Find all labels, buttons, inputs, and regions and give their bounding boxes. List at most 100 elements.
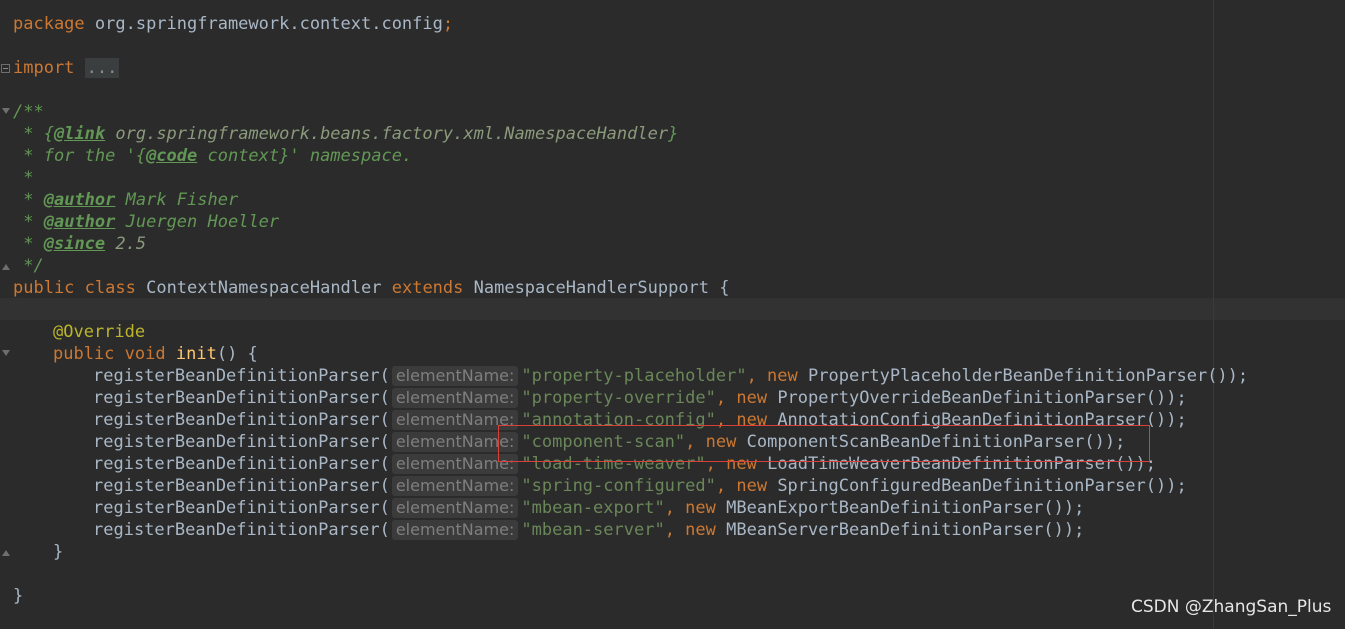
doc-text: */ <box>13 256 44 276</box>
element-string: "mbean-server" <box>521 520 665 540</box>
doc-text: org.springframework.beans.factory.xml.Na… <box>105 124 669 144</box>
parser-class: SpringConfiguredBeanDefinitionParser <box>777 476 1146 496</box>
doc-text: * <box>13 190 34 210</box>
call-close: ()); <box>1043 498 1085 518</box>
doc-comment-line[interactable]: * @author Mark Fisher <box>13 189 238 211</box>
doc-text: * { <box>13 124 54 144</box>
doc-tag: @code <box>146 146 198 166</box>
doc-text: } <box>668 124 679 144</box>
code-line-import[interactable]: import ... <box>13 57 120 79</box>
doc-comment-line[interactable]: * for the '{@code context}' namespace. <box>13 145 412 167</box>
brace: } <box>53 542 64 562</box>
current-line-highlight <box>0 298 1345 320</box>
editor-gutter <box>0 0 12 629</box>
keyword: new <box>736 476 768 496</box>
element-string: "mbean-export" <box>521 498 665 518</box>
code-line-package[interactable]: package org.springframework.context.conf… <box>13 13 453 35</box>
code-line-register-call[interactable]: registerBeanDefinitionParser(elementName… <box>93 497 1084 519</box>
parameter-hint: elementName: <box>391 476 519 496</box>
code-line-register-call[interactable]: registerBeanDefinitionParser(elementName… <box>93 475 1187 497</box>
call-name: registerBeanDefinitionParser( <box>93 410 390 430</box>
doc-text: Mark Fisher <box>115 190 239 210</box>
call-name: registerBeanDefinitionParser( <box>93 366 390 386</box>
doc-text: Juergen Hoeller <box>115 212 280 232</box>
doc-text: * <box>13 168 34 188</box>
code-line-method-decl[interactable]: public void init() { <box>53 343 258 365</box>
superclass-name: NamespaceHandlerSupport { <box>463 278 730 298</box>
call-close: ()); <box>1145 410 1187 430</box>
keyword: new <box>767 366 798 386</box>
code-line-register-call[interactable]: registerBeanDefinitionParser(elementName… <box>93 519 1084 541</box>
parameter-hint: elementName: <box>391 498 519 518</box>
call-name: registerBeanDefinitionParser( <box>93 454 390 474</box>
doc-comment-open[interactable]: /** <box>13 101 44 123</box>
code-line-class-decl[interactable]: public class ContextNamespaceHandler ext… <box>13 277 730 299</box>
doc-tag: @link <box>53 124 106 144</box>
code-editor[interactable]: package org.springframework.context.conf… <box>0 0 1345 629</box>
method-name: init <box>175 344 217 364</box>
doc-comment-line[interactable]: * @author Juergen Hoeller <box>13 211 279 233</box>
parser-class: PropertyPlaceholderBeanDefinitionParser <box>808 366 1208 386</box>
keyword: extends <box>391 278 464 298</box>
doc-text: /** <box>13 102 44 122</box>
keyword: import <box>13 58 75 78</box>
package-name: org.springframework.context.config <box>84 14 443 34</box>
code-line-register-call[interactable]: registerBeanDefinitionParser(elementName… <box>93 387 1187 409</box>
doc-tag: @author <box>43 212 116 232</box>
doc-text: * <box>13 234 34 254</box>
doc-text: * for the '{ <box>13 146 147 166</box>
element-string: "property-override" <box>521 388 716 408</box>
keyword: public <box>13 278 75 298</box>
doc-tag: @author <box>43 190 116 210</box>
doc-comment-line[interactable]: * <box>13 167 33 189</box>
class-name: ContextNamespaceHandler <box>135 278 392 298</box>
keyword: void <box>124 344 166 364</box>
fold-end-icon[interactable] <box>2 550 10 556</box>
call-name: registerBeanDefinitionParser( <box>93 388 390 408</box>
folded-imports[interactable]: ... <box>84 58 120 78</box>
call-close: ()); <box>1145 388 1187 408</box>
doc-text: context}' namespace. <box>197 146 413 166</box>
fold-expand-icon[interactable] <box>1 64 10 73</box>
fold-collapse-icon[interactable] <box>2 108 10 114</box>
parser-class: MBeanServerBeanDefinitionParser <box>726 520 1044 540</box>
parameter-hint: elementName: <box>391 520 519 540</box>
call-close: ()); <box>1207 366 1249 386</box>
doc-text: 2.5 <box>105 234 147 254</box>
right-margin-guide <box>1213 0 1214 629</box>
fold-end-icon[interactable] <box>2 264 10 270</box>
doc-comment-line[interactable]: * {@link org.springframework.beans.facto… <box>13 123 678 145</box>
call-name: registerBeanDefinitionParser( <box>93 476 390 496</box>
parameter-hint: elementName: <box>391 366 519 386</box>
call-name: registerBeanDefinitionParser( <box>93 432 390 452</box>
keyword: class <box>84 278 136 298</box>
watermark: CSDN @ZhangSan_Plus <box>1131 597 1332 617</box>
call-close: ()); <box>1145 476 1187 496</box>
keyword: new <box>685 498 716 518</box>
element-string: "spring-configured" <box>521 476 716 496</box>
doc-comment-line[interactable]: * @since 2.5 <box>13 233 146 255</box>
keyword: package <box>13 14 85 34</box>
doc-comment-close[interactable]: */ <box>13 255 44 277</box>
keyword: new <box>736 388 768 408</box>
annotation: @Override <box>53 322 146 342</box>
method-signature: () { <box>216 344 258 364</box>
code-line-class-close[interactable]: } <box>13 585 23 607</box>
doc-text: * <box>13 212 34 232</box>
call-name: registerBeanDefinitionParser( <box>93 498 390 518</box>
keyword: public <box>53 344 115 364</box>
keyword: new <box>685 520 716 540</box>
fold-collapse-icon[interactable] <box>2 350 10 356</box>
brace: } <box>13 586 24 606</box>
call-close: ()); <box>1043 520 1085 540</box>
parameter-hint: elementName: <box>391 388 519 408</box>
parser-class: PropertyOverrideBeanDefinitionParser <box>777 388 1146 408</box>
doc-tag: @since <box>43 234 106 254</box>
semicolon: ; <box>442 14 454 34</box>
parser-class: MBeanExportBeanDefinitionParser <box>726 498 1044 518</box>
annotation-highlight-box <box>498 425 1150 462</box>
code-line-method-close[interactable]: } <box>53 541 63 563</box>
element-string: "property-placeholder" <box>521 366 747 386</box>
code-line-register-call[interactable]: registerBeanDefinitionParser(elementName… <box>93 365 1248 387</box>
code-line-override[interactable]: @Override <box>53 321 145 343</box>
